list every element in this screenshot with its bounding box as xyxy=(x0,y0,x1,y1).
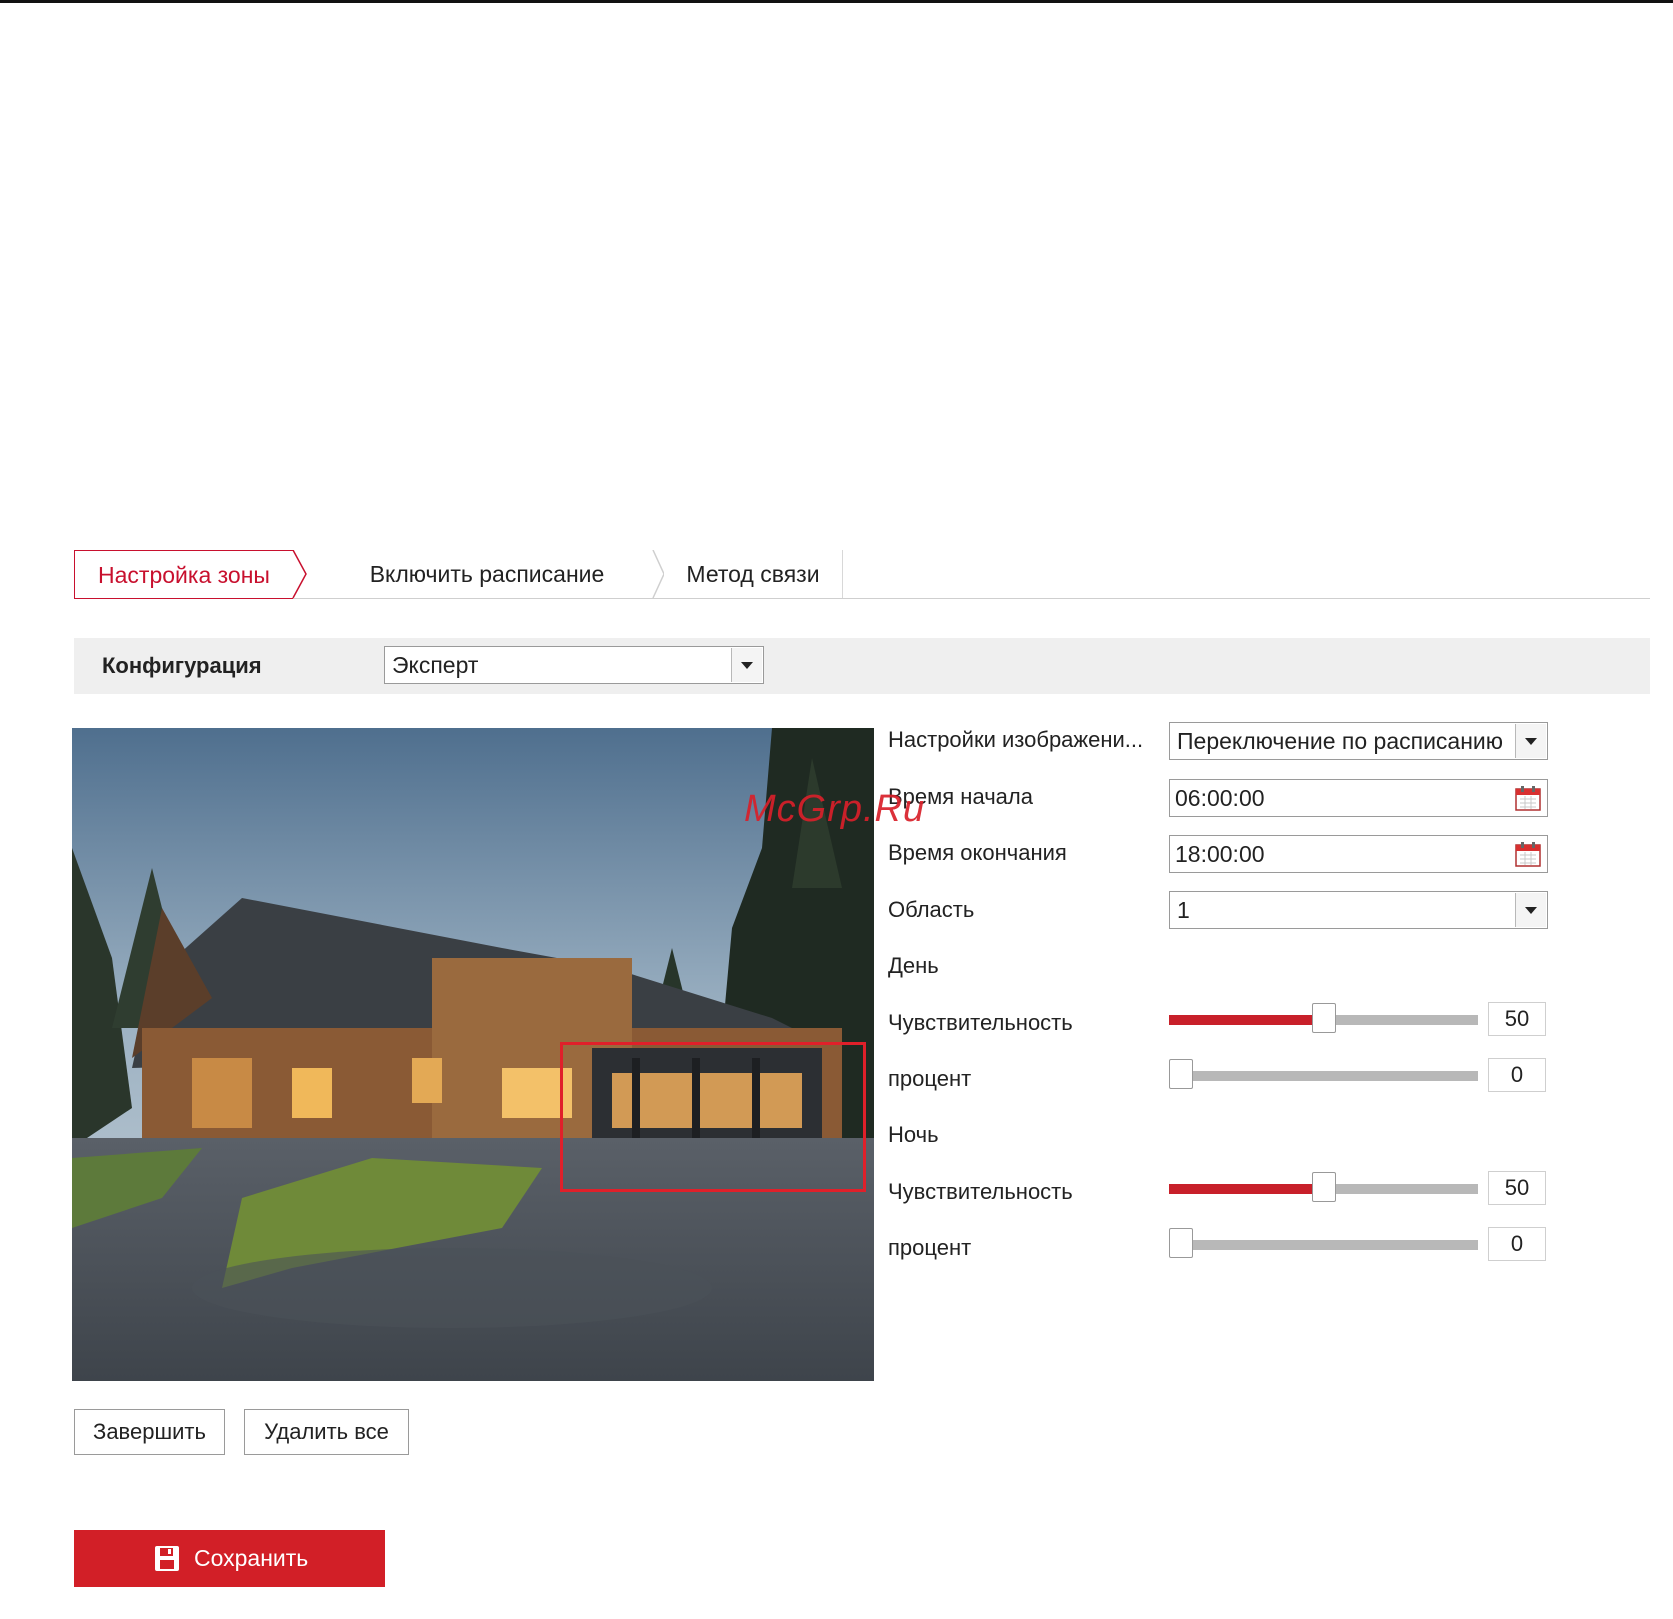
configuration-select[interactable]: Эксперт xyxy=(384,646,764,684)
slider-fill xyxy=(1169,1015,1324,1025)
end-time-input[interactable]: 18:00:00 xyxy=(1169,835,1548,873)
night-percent-label: процент xyxy=(888,1235,972,1260)
save-button[interactable]: Сохранить xyxy=(74,1530,385,1587)
end-time-label: Время окончания xyxy=(888,840,1067,865)
day-sensitivity-label: Чувствительность xyxy=(888,1010,1073,1035)
calendar-icon[interactable] xyxy=(1515,841,1541,867)
configuration-label: Конфигурация xyxy=(102,653,262,678)
tab-linkage-method[interactable]: Метод связи xyxy=(664,550,843,598)
day-percent-slider[interactable] xyxy=(1169,1059,1478,1089)
area-select[interactable]: 1 xyxy=(1169,891,1548,929)
slider-thumb[interactable] xyxy=(1311,1172,1336,1202)
chevron-down-icon[interactable] xyxy=(1515,724,1546,758)
delete-all-button[interactable]: Удалить все xyxy=(244,1409,409,1455)
area-value: 1 xyxy=(1177,897,1190,923)
calendar-icon[interactable] xyxy=(1515,785,1541,811)
top-border xyxy=(0,0,1673,3)
image-settings-label: Настройки изображени... xyxy=(888,727,1144,752)
image-settings-select[interactable]: Переключение по расписанию xyxy=(1169,722,1548,760)
tab-separator-icon xyxy=(292,550,307,599)
night-sensitivity-slider[interactable] xyxy=(1169,1172,1478,1202)
night-heading: Ночь xyxy=(888,1122,939,1147)
save-label: Сохранить xyxy=(194,1545,309,1571)
day-heading: День xyxy=(888,953,939,978)
slider-thumb[interactable] xyxy=(1169,1228,1193,1258)
slider-fill xyxy=(1169,1184,1324,1194)
day-sensitivity-value[interactable]: 50 xyxy=(1488,1002,1546,1036)
day-sensitivity-slider[interactable] xyxy=(1169,1003,1478,1033)
floppy-disk-icon xyxy=(155,1546,179,1571)
day-percent-value[interactable]: 0 xyxy=(1488,1058,1546,1092)
detection-area-rectangle[interactable] xyxy=(560,1042,866,1192)
start-time-value: 06:00:00 xyxy=(1175,785,1265,811)
slider-thumb[interactable] xyxy=(1311,1003,1336,1033)
configuration-bar: Конфигурация Эксперт xyxy=(74,638,1650,694)
area-label: Область xyxy=(888,897,975,922)
configuration-value: Эксперт xyxy=(392,652,479,678)
night-percent-value[interactable]: 0 xyxy=(1488,1227,1546,1261)
finish-button[interactable]: Завершить xyxy=(74,1409,225,1455)
night-sensitivity-label: Чувствительность xyxy=(888,1179,1073,1204)
night-percent-slider[interactable] xyxy=(1169,1228,1478,1258)
chevron-down-icon[interactable] xyxy=(731,648,762,682)
watermark-text: McGrp.Ru xyxy=(744,788,926,830)
tab-area-settings[interactable]: Настройка зоны xyxy=(74,550,293,599)
image-settings-value: Переключение по расписанию xyxy=(1177,728,1504,754)
slider-thumb[interactable] xyxy=(1169,1059,1193,1089)
tab-enable-schedule[interactable]: Включить расписание xyxy=(318,550,656,598)
start-time-input[interactable]: 06:00:00 xyxy=(1169,779,1548,817)
day-percent-label: процент xyxy=(888,1066,972,1091)
end-time-value: 18:00:00 xyxy=(1175,841,1265,867)
night-sensitivity-value[interactable]: 50 xyxy=(1488,1171,1546,1205)
chevron-down-icon[interactable] xyxy=(1515,893,1546,927)
